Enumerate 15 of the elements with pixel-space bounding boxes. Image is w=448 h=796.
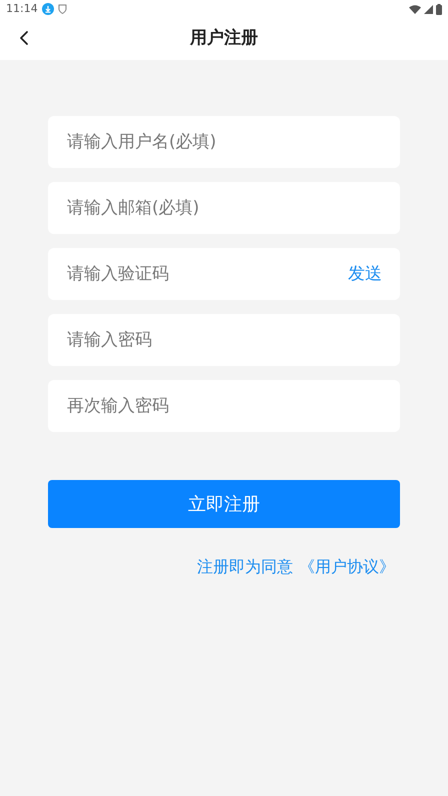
signal-icon bbox=[424, 4, 433, 14]
wifi-icon bbox=[409, 4, 421, 14]
battery-icon bbox=[436, 4, 442, 14]
agreement-text: 注册即为同意 bbox=[197, 556, 293, 578]
input-field[interactable]: 请输入密码 bbox=[48, 314, 400, 366]
input-field[interactable]: 请输入邮箱(必填) bbox=[48, 182, 400, 234]
status-time: 11:14 bbox=[6, 0, 38, 17]
page-title: 用户注册 bbox=[190, 27, 258, 50]
shield-icon bbox=[58, 4, 67, 14]
send-code-button[interactable]: 发送 bbox=[348, 262, 382, 286]
register-button[interactable]: 立即注册 bbox=[48, 480, 400, 528]
input-field[interactable]: 再次输入密码 bbox=[48, 380, 400, 432]
input-field[interactable]: 请输入用户名(必填) bbox=[48, 116, 400, 168]
user-agreement-link[interactable]: 《用户协议》 bbox=[299, 555, 395, 579]
download-icon bbox=[42, 3, 54, 15]
